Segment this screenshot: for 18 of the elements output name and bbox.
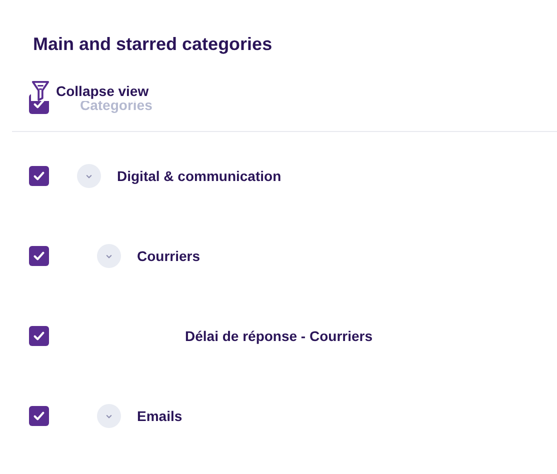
filter-icon bbox=[31, 80, 50, 101]
check-icon bbox=[32, 329, 46, 343]
chevron-down-icon bbox=[85, 172, 93, 180]
category-label: Courriers bbox=[137, 246, 200, 266]
checkbox[interactable] bbox=[29, 406, 49, 426]
chevron-down-icon bbox=[105, 252, 113, 260]
category-label: Digital & communication bbox=[117, 166, 282, 186]
chevron-down-icon bbox=[105, 412, 113, 420]
check-icon bbox=[32, 169, 46, 183]
checkbox[interactable] bbox=[29, 326, 49, 346]
check-icon bbox=[32, 409, 46, 423]
section-title: Main and starred categories bbox=[33, 33, 272, 56]
checkbox[interactable] bbox=[29, 246, 49, 266]
check-icon bbox=[32, 249, 46, 263]
column-header: Categories bbox=[80, 98, 152, 112]
category-label: Délai de réponse - Courriers bbox=[185, 326, 373, 346]
checkbox[interactable] bbox=[29, 166, 49, 186]
category-label: Emails bbox=[137, 406, 182, 426]
